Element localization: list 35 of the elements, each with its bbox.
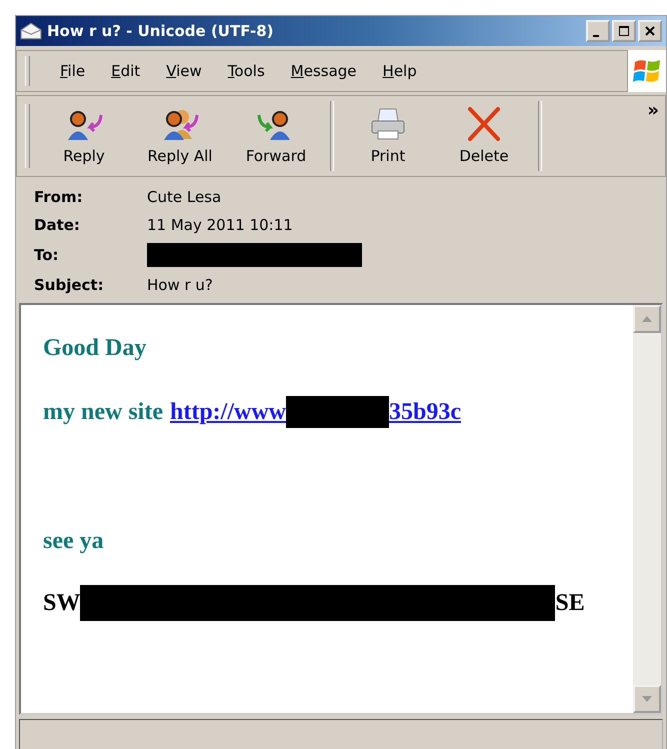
header-value: 11 May 2011 10:11	[147, 216, 293, 234]
up-arrow-icon	[642, 316, 652, 322]
toolbar-button[interactable]: Forward	[230, 105, 322, 167]
menu-item[interactable]: Edit	[111, 62, 140, 80]
menu-item[interactable]: View	[166, 62, 202, 80]
toolbar-button[interactable]: Delete	[438, 105, 530, 167]
minimize-icon	[593, 35, 599, 37]
toolbar-button[interactable]: Reply All	[134, 105, 226, 167]
down-arrow-icon	[642, 696, 652, 702]
header-label: Date:	[34, 216, 81, 234]
window-title: How r u? - Unicode (UTF-8)	[47, 22, 275, 40]
close-button[interactable]	[638, 20, 662, 42]
header-value: Cute Lesa	[147, 188, 222, 206]
header-label: Subject:	[34, 276, 105, 294]
menu-item[interactable]: Message	[290, 62, 357, 80]
signature-text: SW	[43, 590, 80, 616]
greeting-text: Good Day	[43, 335, 148, 362]
site-label: my new site	[43, 398, 163, 426]
header-label: From:	[34, 188, 84, 206]
envelope-icon	[20, 22, 42, 40]
menu-item[interactable]: Help	[382, 62, 417, 80]
maximize-icon	[618, 25, 630, 37]
close-icon	[644, 25, 656, 37]
menu-item[interactable]: File	[60, 62, 86, 80]
signature-text: SE	[555, 590, 585, 616]
toolbar-button[interactable]: Print	[342, 105, 434, 167]
toolbar-button[interactable]: Reply	[38, 105, 130, 167]
more-chevron[interactable]: »	[647, 100, 659, 121]
header-label: To:	[34, 246, 60, 264]
header-value: How r u?	[147, 276, 213, 294]
site-link[interactable]: http://www 35b93c	[170, 396, 461, 428]
maximize-button[interactable]	[612, 20, 636, 42]
minimize-button[interactable]	[586, 20, 610, 42]
menu-item[interactable]: Tools	[228, 62, 265, 80]
closing-text: see ya	[43, 528, 105, 555]
